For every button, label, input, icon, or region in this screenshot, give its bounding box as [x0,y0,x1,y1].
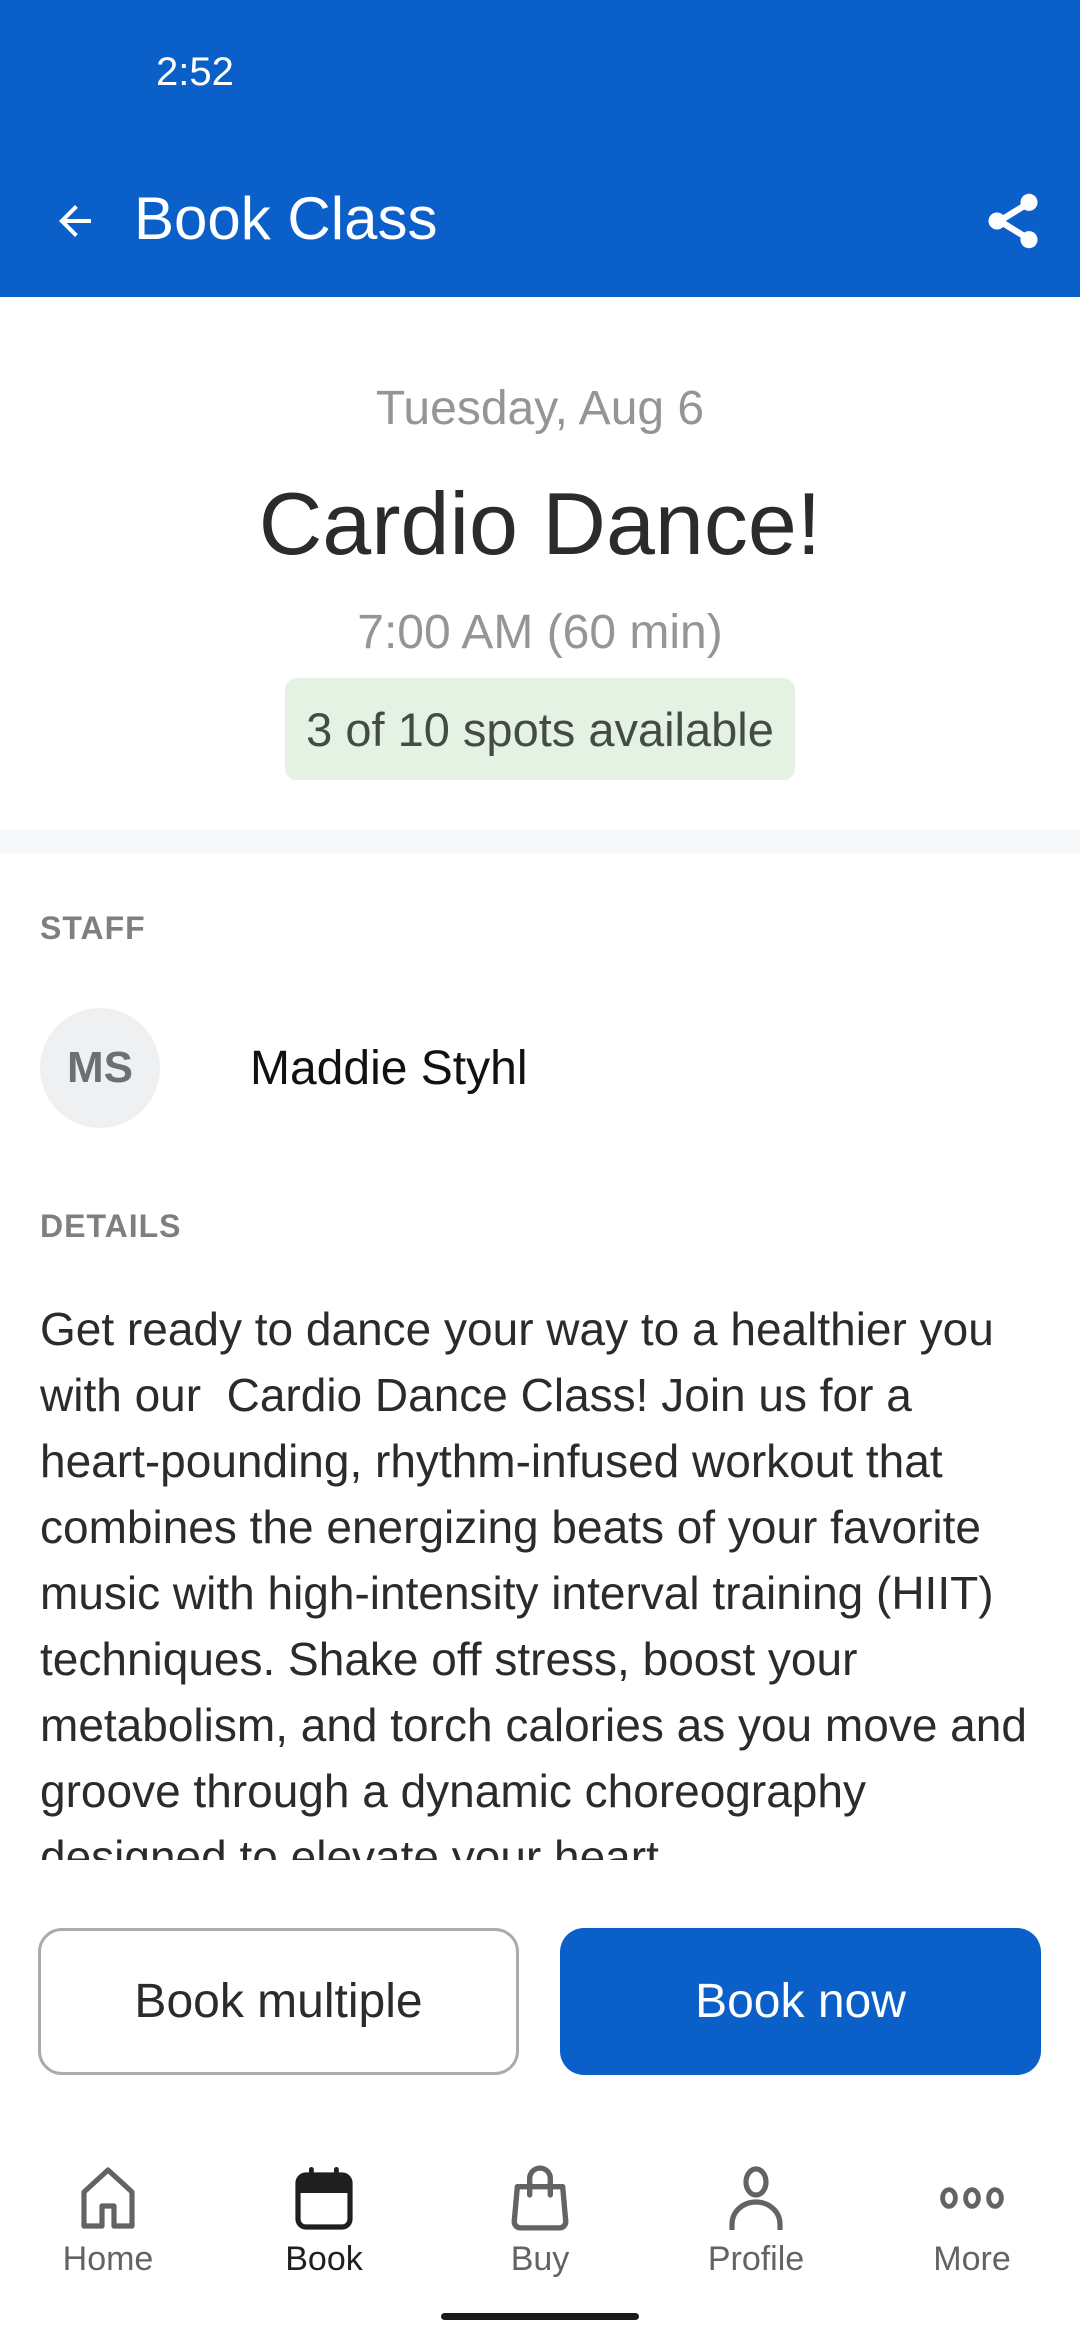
nav-label-more: More [933,2240,1011,2278]
person-icon [729,2166,783,2230]
staff-name: Maddie Styhl [250,1041,528,1095]
class-time: 7:00 AM (60 min) [357,606,723,659]
more-dots-icon [940,2187,1004,2209]
nav-item-book[interactable]: Book [216,2150,432,2300]
details-section-label: DETAILS [40,1208,182,1244]
app-header: 2:52 Book Class [0,0,1080,297]
book-now-button[interactable]: Book now [560,1928,1041,2075]
class-date: Tuesday, Aug 6 [375,382,705,435]
nav-item-more[interactable]: More [864,2150,1080,2300]
book-multiple-button[interactable]: Book multiple [38,1928,519,2075]
home-icon [81,2167,135,2229]
details-text: Get ready to dance your way to a healthi… [40,1303,1040,1860]
staff-section-label: STAFF [40,910,146,946]
back-button[interactable] [40,186,110,256]
staff-item[interactable]: MS Maddie Styhl [40,1008,1040,1128]
page-title: Book Class [134,185,438,252]
nav-label-profile: Profile [707,2240,805,2278]
nav-item-home[interactable]: Home [0,2150,216,2300]
nav-label-book: Book [285,2240,363,2278]
class-title: Cardio Dance! [258,474,822,573]
status-bar-time: 2:52 [156,50,234,94]
spots-available-badge: 3 of 10 spots available [285,678,795,780]
bottom-navigation: Home Book Buy Profile More [0,2150,1080,2300]
details-scroll-area[interactable]: Get ready to dance your way to a healthi… [40,1296,1040,1860]
calendar-icon [295,2167,353,2230]
home-indicator[interactable] [441,2313,639,2320]
share-icon [987,193,1038,248]
avatar: MS [40,1008,160,1128]
nav-item-profile[interactable]: Profile [648,2150,864,2300]
shopping-bag-icon [511,2165,569,2231]
nav-item-buy[interactable]: Buy [432,2150,648,2300]
nav-label-home: Home [62,2240,154,2278]
share-button[interactable] [975,183,1050,258]
nav-label-buy: Buy [510,2240,570,2278]
class-summary: Tuesday, Aug 6 Cardio Dance! 7:00 AM (60… [0,297,1080,830]
section-divider [0,830,1080,853]
arrow-back-icon [59,205,91,237]
